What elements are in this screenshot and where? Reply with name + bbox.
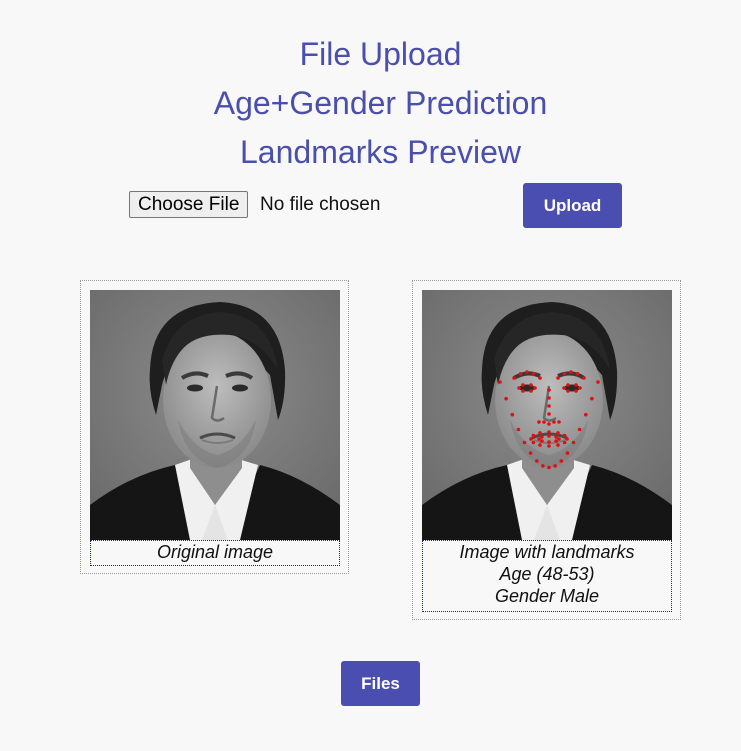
landmark-point — [531, 433, 536, 438]
landmark-point — [525, 370, 529, 374]
age-prediction-text: Age (48-53) — [499, 564, 595, 584]
landmark-point — [557, 420, 561, 424]
landmark-point — [522, 440, 527, 445]
landmark-point — [528, 451, 533, 455]
landmark-point — [504, 396, 508, 401]
landmark-point — [556, 443, 560, 447]
landmarks-image — [422, 290, 672, 540]
gender-prediction-text: Gender Male — [494, 586, 600, 606]
landmark-point — [540, 435, 544, 439]
landmark-point — [537, 420, 541, 424]
landmark-point — [547, 388, 551, 392]
original-image — [90, 290, 340, 540]
landmark-point — [533, 386, 537, 390]
landmarks-image-card: Image with landmarks Age (48-53) Gender … — [412, 280, 681, 620]
landmark-point — [547, 422, 551, 426]
landmark-point — [562, 386, 566, 390]
landmark-point — [547, 404, 551, 408]
heading-file-upload: File Upload — [299, 36, 462, 72]
landmark-point — [574, 389, 578, 393]
landmark-point — [565, 451, 570, 455]
landmarks-image-caption: Image with landmarks Age (48-53) Gender … — [422, 540, 672, 612]
landmark-point — [559, 459, 564, 463]
original-image-caption: Original image — [90, 540, 340, 566]
landmark-point — [547, 444, 551, 448]
landmark-point — [540, 439, 544, 443]
original-caption-text: Original image — [156, 542, 274, 562]
landmark-point — [538, 376, 542, 380]
landmark-point — [537, 437, 541, 441]
landmark-point — [531, 372, 536, 376]
landmark-point — [577, 427, 582, 432]
landmark-point — [547, 396, 551, 400]
landmark-point — [498, 380, 502, 384]
landmark-point — [562, 440, 567, 445]
landmark-point — [542, 420, 546, 424]
landmark-point — [582, 376, 586, 380]
landmark-point — [554, 439, 558, 443]
landmark-point — [584, 412, 588, 417]
landmark-point — [565, 437, 569, 441]
landmark-point — [566, 383, 570, 387]
landmark-point — [566, 389, 570, 393]
file-status-text: No file chosen — [260, 194, 381, 215]
landmark-point — [529, 389, 533, 393]
landmark-point — [575, 372, 580, 376]
original-image-card: Original image — [80, 280, 349, 574]
landmark-point — [562, 433, 567, 438]
landmark-point — [569, 370, 573, 374]
landmark-point — [553, 464, 557, 468]
landmark-point — [554, 435, 558, 439]
landmark-point — [512, 376, 516, 380]
landmark-point — [521, 389, 525, 393]
landmark-point — [547, 430, 551, 434]
files-button[interactable]: Files — [341, 661, 420, 706]
upload-button[interactable]: Upload — [523, 183, 622, 228]
landmark-point — [517, 386, 521, 390]
landmark-point — [552, 420, 556, 424]
landmark-point — [556, 376, 560, 380]
landmark-point — [529, 437, 533, 441]
heading-landmarks: Landmarks Preview — [240, 134, 521, 170]
landmarks-caption-title: Image with landmarks — [459, 542, 635, 562]
landmark-point — [538, 443, 542, 447]
landmark-point — [518, 372, 523, 376]
landmark-point — [541, 464, 545, 468]
landmark-point — [529, 383, 533, 387]
landmark-point — [578, 386, 582, 390]
landmark-point — [538, 431, 542, 435]
landmark-point — [596, 380, 600, 384]
landmark-point — [571, 440, 576, 445]
landmark-point — [557, 437, 561, 441]
landmark-point — [516, 427, 521, 432]
heading-age-gender: Age+Gender Prediction — [213, 85, 548, 121]
landmark-point — [531, 440, 536, 445]
upload-form: Choose File No file chosen Upload — [129, 183, 622, 228]
landmark-point — [562, 372, 567, 376]
landmark-point — [556, 431, 560, 435]
choose-file-button[interactable]: Choose File — [129, 191, 249, 218]
landmark-point — [521, 383, 525, 387]
landmark-point — [590, 396, 594, 401]
landmark-point — [547, 412, 551, 416]
landmark-point — [535, 459, 539, 463]
landmark-point — [547, 440, 551, 444]
landmark-point — [547, 434, 551, 438]
landmark-point — [510, 412, 515, 417]
landmark-point — [574, 383, 578, 387]
page-headings: File Upload Age+Gender Prediction Landma… — [0, 30, 741, 177]
landmark-point — [547, 465, 551, 470]
